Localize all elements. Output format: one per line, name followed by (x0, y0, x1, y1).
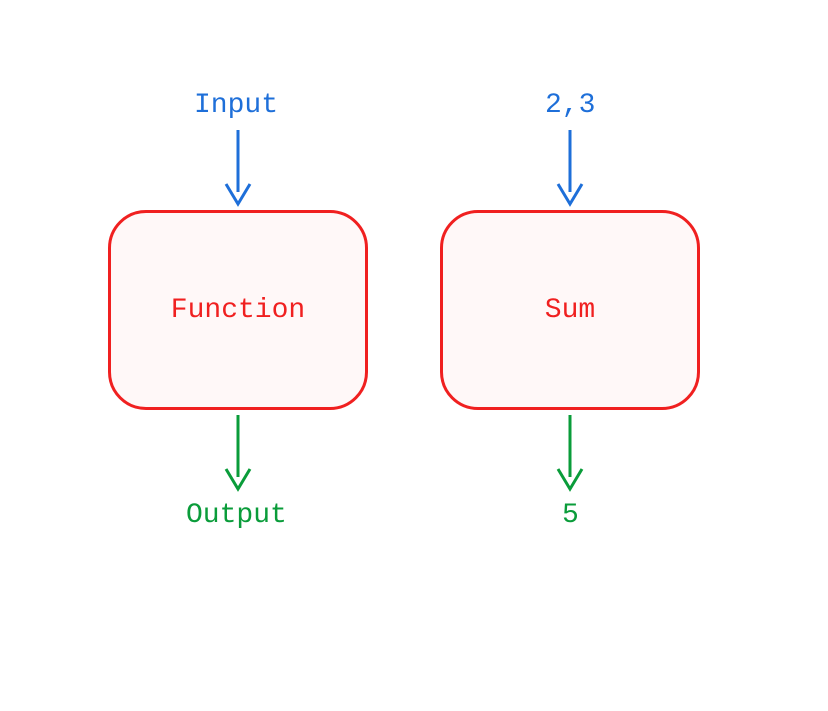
function-box-left: Function (108, 210, 368, 410)
box-label-left: Function (171, 295, 305, 326)
arrow-down-icon (554, 128, 586, 208)
box-label-right: Sum (545, 295, 595, 326)
output-label-right: 5 (562, 500, 579, 531)
input-label-right: 2,3 (545, 90, 595, 121)
diagram-canvas: Input Function Output 2,3 Sum 5 (0, 0, 828, 711)
arrow-down-icon (554, 413, 586, 493)
output-label-left: Output (186, 500, 287, 531)
arrow-down-icon (222, 413, 254, 493)
function-box-right: Sum (440, 210, 700, 410)
arrow-down-icon (222, 128, 254, 208)
input-label-left: Input (194, 90, 278, 121)
